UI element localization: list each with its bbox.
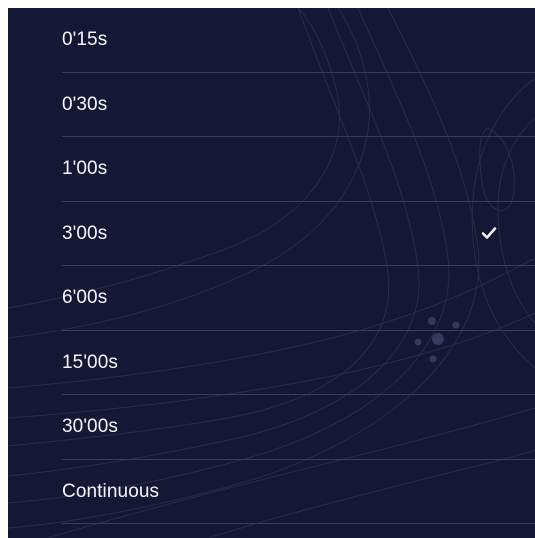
interval-option[interactable]: 0'30s bbox=[8, 73, 535, 137]
interval-option-label: 0'30s bbox=[62, 93, 108, 115]
interval-option[interactable]: 0'15s bbox=[8, 8, 535, 73]
interval-option-label: 1'00s bbox=[62, 158, 108, 179]
checkmark-icon bbox=[481, 226, 497, 239]
interval-option-label: Continuous bbox=[62, 480, 160, 502]
interval-option[interactable]: 6'00s bbox=[8, 266, 535, 331]
option-divider bbox=[62, 523, 535, 524]
interval-option-label: 0'15s bbox=[62, 29, 108, 50]
interval-option-label: 6'00s bbox=[62, 287, 108, 308]
interval-option[interactable]: 1'00s bbox=[8, 137, 535, 202]
interval-option[interactable]: Continuous bbox=[8, 460, 535, 524]
interval-option[interactable]: 15'00s bbox=[8, 331, 535, 395]
interval-option[interactable]: 3'00s bbox=[8, 202, 535, 266]
interval-option-label: 30'00s bbox=[62, 416, 118, 437]
interval-options-list: 0'15s 0'30s 1'00s 3'00s 6'00s 15'00s 30'00s Con… bbox=[8, 8, 535, 524]
interval-selection-screen: 0'15s 0'30s 1'00s 3'00s 6'00s 15'00s 30'00s Con… bbox=[8, 8, 535, 538]
interval-option[interactable]: 30'00s bbox=[8, 395, 535, 460]
interval-option-label: 15'00s bbox=[62, 351, 118, 373]
interval-option-label: 3'00s bbox=[62, 222, 108, 244]
